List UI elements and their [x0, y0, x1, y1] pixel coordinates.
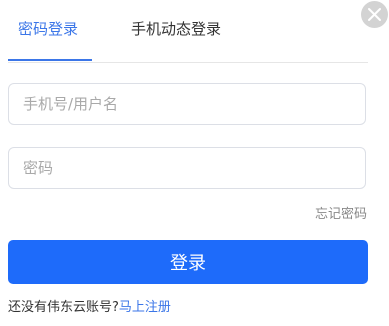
register-prompt: 还没有伟东云账号?马上注册 [8, 299, 171, 317]
tab-password-login[interactable]: 密码登录 [18, 19, 78, 39]
password-field [8, 147, 366, 189]
login-button[interactable]: 登录 [8, 240, 368, 284]
password-input[interactable] [9, 148, 365, 188]
login-tabs: 密码登录 手机动态登录 [8, 0, 368, 63]
no-account-text: 还没有伟东云账号? [8, 300, 119, 315]
forgot-password-link[interactable]: 忘记密码 [315, 206, 367, 224]
username-field [8, 83, 366, 125]
username-input[interactable] [9, 84, 365, 124]
tab-phone-login[interactable]: 手机动态登录 [131, 19, 221, 39]
active-tab-indicator [8, 59, 92, 61]
register-link[interactable]: 马上注册 [119, 300, 171, 315]
login-dialog: 密码登录 手机动态登录 忘记密码 登录 还没有伟东云账号?马上注册 [0, 0, 389, 326]
